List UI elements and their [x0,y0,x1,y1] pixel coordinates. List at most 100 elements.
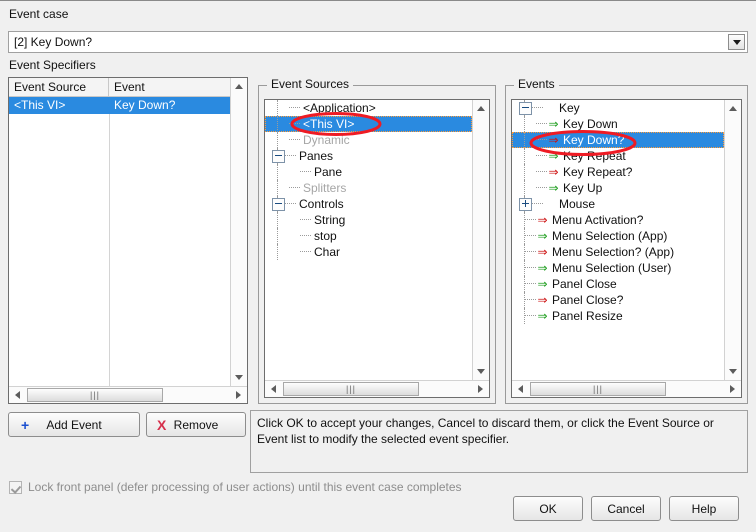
tree-connector [525,235,536,237]
events-vertical-scrollbar[interactable] [724,100,741,380]
tree-item[interactable]: ⇒ Panel Close [512,276,724,292]
scroll-right-icon[interactable] [472,381,489,397]
collapse-icon[interactable] [519,101,532,115]
tree-item[interactable]: ⇒ Key Down [512,116,724,132]
cell-event: Key Down? [114,98,176,112]
tree-item[interactable]: Panes [265,148,472,164]
tree-item[interactable]: ⇒ Key Up [512,180,724,196]
scroll-down-icon[interactable] [231,369,247,386]
tree-item[interactable]: ⇒ Menu Selection (User) [512,260,724,276]
remove-label: Remove [173,417,219,432]
chevron-down-icon[interactable] [728,34,745,50]
tree-item-label: <Application> [303,101,376,115]
tree-connector [300,235,311,237]
tree-item[interactable]: ⇒ Panel Close? [512,292,724,308]
event-case-value: [2] Key Down? [14,35,93,49]
tree-connector [300,171,311,173]
tree-item-label: Key Down? [563,133,625,147]
remove-button[interactable]: X Remove [146,412,246,437]
tree-connector [532,203,543,205]
ok-label: OK [539,501,557,516]
tree-guide-line [524,180,525,196]
tree-item-label: Panes [299,149,334,163]
specifiers-horizontal-scrollbar[interactable]: ||| [9,386,247,403]
sources-vertical-scrollbar[interactable] [472,100,489,380]
tree-connector [525,251,536,253]
tree-item[interactable]: <Application> [265,100,472,116]
sources-horizontal-scrollbar[interactable]: ||| [265,380,489,397]
tree-item-label: Menu Activation? [552,213,644,227]
expand-icon[interactable] [519,197,532,211]
notify-event-icon: ⇒ [537,261,548,275]
collapse-icon[interactable] [272,197,285,211]
tree-connector [536,155,547,157]
tree-item[interactable]: Controls [265,196,472,212]
tree-item[interactable]: Char [265,244,472,260]
scroll-right-icon[interactable] [724,381,741,397]
tree-connector [289,139,300,141]
tree-item-label: Key Repeat? [563,165,633,179]
tree-item[interactable]: ⇒ Menu Selection (App) [512,228,724,244]
cancel-button[interactable]: Cancel [591,496,661,521]
table-body: <This VI> Key Down? [9,97,231,386]
tree-item[interactable]: Key [512,100,724,116]
events-tree-view[interactable]: Key ⇒ Key Down ⇒ Key Down? ⇒ Key Repeat ⇒ Key Re… [512,100,724,380]
table-header: Event Source Event [9,78,231,97]
tree-guide-line [524,260,525,276]
tree-item[interactable]: ⇒ Key Down? [512,132,724,148]
events-tree[interactable]: Key ⇒ Key Down ⇒ Key Down? ⇒ Key Repeat ⇒ Key Re… [511,99,742,398]
tree-item-label: Splitters [303,181,347,195]
tree-item-label: stop [314,229,337,243]
tree-connector [536,123,547,125]
tree-item-label: Key Repeat [563,149,626,163]
tree-item[interactable]: ⇒ Menu Selection? (App) [512,244,724,260]
tree-guide-line [277,244,278,260]
tree-item[interactable]: Splitters [265,180,472,196]
filter-event-icon: ⇒ [537,213,548,227]
ok-button[interactable]: OK [513,496,583,521]
scroll-up-icon[interactable] [473,100,489,117]
tree-item[interactable]: stop [265,228,472,244]
event-sources-tree-view[interactable]: <Application> <This VI> Dynamic Panes Pane Sp… [265,100,472,380]
help-button[interactable]: Help [669,496,739,521]
tree-guide-line [277,116,278,132]
collapse-icon[interactable] [272,149,285,163]
scrollbar-thumb[interactable]: ||| [530,382,666,396]
tree-connector [285,155,296,157]
scrollbar-thumb[interactable]: ||| [27,388,163,402]
event-sources-tree[interactable]: <Application> <This VI> Dynamic Panes Pane Sp… [264,99,490,398]
scroll-right-icon[interactable] [230,387,247,403]
event-case-combobox[interactable]: [2] Key Down? [8,31,748,53]
tree-item[interactable]: Pane [265,164,472,180]
tree-item[interactable]: ⇒ Key Repeat? [512,164,724,180]
scroll-down-icon[interactable] [473,363,489,380]
tree-item[interactable]: Dynamic [265,132,472,148]
add-event-button[interactable]: + Add Event [8,412,140,437]
tree-item[interactable]: <This VI> [265,116,472,132]
tree-item[interactable]: String [265,212,472,228]
tree-connector [300,251,311,253]
scroll-left-icon[interactable] [9,387,26,403]
tree-item-label: Key Down [563,117,618,131]
filter-event-icon: ⇒ [537,245,548,259]
scroll-down-icon[interactable] [725,363,741,380]
tree-guide-line [524,148,525,164]
tree-item-label: Panel Close [552,277,617,291]
scroll-up-icon[interactable] [725,100,741,117]
scroll-left-icon[interactable] [265,381,282,397]
event-case-label: Event case [9,7,69,21]
scroll-left-icon[interactable] [512,381,529,397]
tree-item-label: Controls [299,197,344,211]
tree-item[interactable]: ⇒ Panel Resize [512,308,724,324]
x-icon: X [157,416,167,433]
scroll-up-icon[interactable] [231,78,247,95]
tree-item[interactable]: ⇒ Menu Activation? [512,212,724,228]
event-specifiers-label: Event Specifiers [9,58,96,72]
tree-item[interactable]: Mouse [512,196,724,212]
specifiers-vertical-scrollbar[interactable] [230,78,247,386]
event-specifiers-table[interactable]: Event Source Event <This VI> Key Down? ||… [8,77,248,404]
table-row[interactable]: <This VI> Key Down? [9,97,231,114]
tree-item[interactable]: ⇒ Key Repeat [512,148,724,164]
scrollbar-thumb[interactable]: ||| [283,382,419,396]
events-horizontal-scrollbar[interactable]: ||| [512,380,741,397]
